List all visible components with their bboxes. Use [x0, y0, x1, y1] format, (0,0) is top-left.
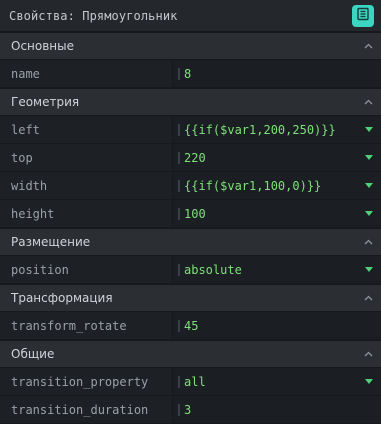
section-placement-header[interactable]: Размещение [0, 228, 381, 256]
value-divider [178, 375, 180, 388]
section-transform-title: Трансформация [11, 291, 113, 305]
prop-label-left: left [0, 116, 173, 143]
section-placement-title: Размещение [11, 235, 91, 249]
section-geometry-title: Геометрия [11, 95, 80, 109]
prop-value-position: absolute [184, 262, 242, 277]
chevron-up-icon [363, 97, 373, 107]
prop-row-name: name 8 [0, 60, 381, 88]
chevron-up-icon [363, 237, 373, 247]
prop-row-transition-property: transition_property all [0, 368, 381, 396]
prop-value-transition-property: all [184, 374, 206, 389]
dropdown-arrow-icon[interactable] [364, 125, 374, 135]
section-common-header[interactable]: Общие [0, 340, 381, 368]
prop-label-transition-duration: transition_duration [0, 396, 173, 423]
dropdown-arrow-icon[interactable] [364, 209, 374, 219]
prop-value-left-field[interactable]: {{if($var1,200,250)}} [173, 116, 381, 143]
value-divider [178, 207, 180, 220]
prop-row-height: height 100 [0, 200, 381, 228]
value-divider [178, 151, 180, 164]
prop-label-height: height [0, 200, 173, 227]
chevron-up-icon [363, 349, 373, 359]
prop-label-position: position [0, 256, 173, 283]
prop-value-transform-rotate-field[interactable]: 45 [173, 312, 381, 339]
prop-row-left: left {{if($var1,200,250)}} [0, 116, 381, 144]
prop-value-transition-duration: 3 [184, 402, 192, 417]
section-common-title: Общие [11, 347, 55, 361]
prop-row-transition-duration: transition_duration 3 [0, 396, 381, 424]
section-basic-title: Основные [11, 39, 75, 53]
chevron-up-icon [363, 293, 373, 303]
prop-row-transform-rotate: transform_rotate 45 [0, 312, 381, 340]
prop-label-transform-rotate: transform_rotate [0, 312, 173, 339]
prop-value-name: 8 [184, 66, 192, 81]
prop-value-transform-rotate: 45 [184, 318, 199, 333]
document-list-button[interactable] [352, 4, 374, 27]
prop-row-width: width {{if($var1,100,0)}} [0, 172, 381, 200]
value-divider [178, 319, 180, 332]
value-divider [178, 403, 180, 416]
panel-title: Свойства: Прямоугольник [9, 8, 178, 23]
section-basic-header[interactable]: Основные [0, 32, 381, 60]
section-geometry-header[interactable]: Геометрия [0, 88, 381, 116]
prop-value-position-field[interactable]: absolute [173, 256, 381, 283]
prop-value-height-field[interactable]: 100 [173, 200, 381, 227]
dropdown-arrow-icon[interactable] [364, 265, 374, 275]
dropdown-arrow-icon[interactable] [364, 153, 374, 163]
prop-value-top-field[interactable]: 220 [173, 144, 381, 171]
prop-row-top: top 220 [0, 144, 381, 172]
prop-value-top: 220 [184, 150, 206, 165]
value-divider [178, 123, 180, 136]
panel-header: Свойства: Прямоугольник [0, 0, 381, 32]
dropdown-arrow-icon[interactable] [364, 377, 374, 387]
value-divider [178, 179, 180, 192]
value-divider [178, 263, 180, 276]
prop-label-top: top [0, 144, 173, 171]
chevron-up-icon [363, 41, 373, 51]
prop-row-position: position absolute [0, 256, 381, 284]
prop-value-width-field[interactable]: {{if($var1,100,0)}} [173, 172, 381, 199]
prop-value-transition-property-field[interactable]: all [173, 368, 381, 395]
prop-value-left: {{if($var1,200,250)}} [184, 122, 336, 137]
prop-value-name-field[interactable]: 8 [173, 60, 381, 87]
prop-label-width: width [0, 172, 173, 199]
section-transform-header[interactable]: Трансформация [0, 284, 381, 312]
document-list-icon [356, 6, 370, 25]
prop-value-width: {{if($var1,100,0)}} [184, 178, 322, 193]
prop-value-transition-duration-field[interactable]: 3 [173, 396, 381, 423]
dropdown-arrow-icon[interactable] [364, 181, 374, 191]
prop-value-height: 100 [184, 206, 206, 221]
value-divider [178, 67, 180, 80]
prop-label-name: name [0, 60, 173, 87]
prop-label-transition-property: transition_property [0, 368, 173, 395]
properties-panel: Свойства: Прямоугольник Основные name 8 [0, 0, 381, 424]
